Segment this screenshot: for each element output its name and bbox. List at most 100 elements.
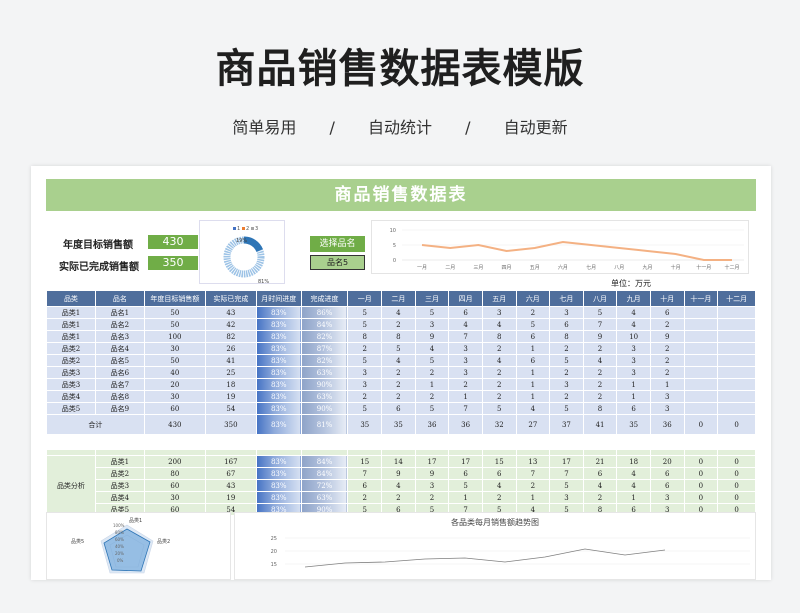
table-cell[interactable]: 2 bbox=[381, 318, 416, 331]
table-cell[interactable]: 13 bbox=[515, 455, 551, 468]
table-cell[interactable] bbox=[717, 342, 756, 355]
table-cell[interactable]: 6 bbox=[381, 402, 416, 415]
completion-progress-cell[interactable]: 87% bbox=[300, 342, 349, 355]
table-cell[interactable]: 4 bbox=[582, 354, 618, 367]
table-cell[interactable] bbox=[683, 342, 719, 355]
table-cell[interactable]: 3 bbox=[448, 354, 483, 367]
table-cell[interactable]: 1 bbox=[616, 390, 651, 403]
table-cell[interactable]: 0 bbox=[683, 455, 719, 468]
table-cell[interactable]: 67 bbox=[204, 467, 257, 480]
column-header[interactable]: 九月 bbox=[616, 290, 651, 307]
table-cell[interactable]: 3 bbox=[616, 342, 651, 355]
table-cell[interactable]: 品类1 bbox=[94, 455, 145, 468]
table-cell[interactable]: 18 bbox=[616, 455, 651, 468]
table-cell[interactable]: 2 bbox=[481, 491, 517, 504]
table-cell[interactable] bbox=[717, 318, 756, 331]
table-cell[interactable]: 4 bbox=[381, 306, 416, 319]
table-cell[interactable]: 20 bbox=[649, 455, 685, 468]
table-cell[interactable]: 2 bbox=[549, 342, 584, 355]
table-cell[interactable]: 8 bbox=[549, 330, 584, 343]
table-cell[interactable]: 10 bbox=[616, 330, 651, 343]
table-cell[interactable]: 7 bbox=[515, 467, 551, 480]
table-cell[interactable]: 9 bbox=[649, 330, 685, 343]
table-cell[interactable] bbox=[683, 378, 719, 391]
total-cell[interactable]: 35 bbox=[347, 414, 383, 435]
table-cell[interactable]: 1 bbox=[515, 378, 551, 391]
table-cell[interactable]: 2 bbox=[649, 318, 685, 331]
column-header[interactable]: 实际已完成 bbox=[204, 290, 257, 307]
table-cell[interactable]: 5 bbox=[414, 402, 450, 415]
table-cell[interactable]: 0 bbox=[717, 455, 756, 468]
table-cell[interactable]: 2 bbox=[649, 342, 685, 355]
completion-progress-cell[interactable]: 63% bbox=[300, 491, 349, 504]
table-cell[interactable]: 18 bbox=[204, 378, 257, 391]
column-header[interactable]: 二月 bbox=[381, 290, 416, 307]
table-cell[interactable]: 3 bbox=[448, 366, 483, 379]
table-cell[interactable]: 品名8 bbox=[94, 390, 145, 403]
completion-progress-cell[interactable]: 84% bbox=[300, 318, 349, 331]
table-cell[interactable]: 19 bbox=[204, 390, 257, 403]
table-cell[interactable]: 80 bbox=[143, 467, 206, 480]
table-cell[interactable]: 5 bbox=[549, 354, 584, 367]
table-cell[interactable]: 3 bbox=[549, 378, 584, 391]
table-cell[interactable]: 0 bbox=[717, 479, 756, 492]
table-cell[interactable]: 2 bbox=[381, 390, 416, 403]
table-cell[interactable]: 2 bbox=[414, 366, 450, 379]
table-cell[interactable]: 品类1 bbox=[46, 318, 96, 331]
table-cell[interactable]: 2 bbox=[582, 378, 618, 391]
table-cell[interactable]: 2 bbox=[549, 390, 584, 403]
table-cell[interactable]: 1 bbox=[515, 366, 551, 379]
table-cell[interactable]: 品名1 bbox=[94, 306, 145, 319]
total-cell[interactable]: 37 bbox=[549, 414, 584, 435]
table-cell[interactable]: 4 bbox=[381, 354, 416, 367]
table-cell[interactable]: 2 bbox=[582, 366, 618, 379]
table-cell[interactable]: 4 bbox=[481, 318, 517, 331]
completion-progress-cell[interactable]: 84% bbox=[300, 455, 349, 468]
table-cell[interactable]: 17 bbox=[549, 455, 584, 468]
column-header[interactable]: 十一月 bbox=[683, 290, 719, 307]
table-cell[interactable]: 82 bbox=[204, 330, 257, 343]
table-cell[interactable] bbox=[717, 402, 756, 415]
table-cell[interactable]: 5 bbox=[515, 318, 551, 331]
total-cell[interactable]: 83% bbox=[255, 414, 302, 435]
table-cell[interactable]: 7 bbox=[549, 467, 584, 480]
table-cell[interactable]: 43 bbox=[204, 479, 257, 492]
table-cell[interactable]: 2 bbox=[414, 491, 450, 504]
table-cell[interactable]: 41 bbox=[204, 354, 257, 367]
time-progress-cell[interactable]: 83% bbox=[255, 455, 302, 468]
table-cell[interactable]: 6 bbox=[649, 479, 685, 492]
table-cell[interactable]: 26 bbox=[204, 342, 257, 355]
table-cell[interactable]: 2 bbox=[582, 342, 618, 355]
table-cell[interactable]: 4 bbox=[481, 479, 517, 492]
table-cell[interactable]: 品类2 bbox=[46, 354, 96, 367]
table-cell[interactable]: 5 bbox=[448, 479, 483, 492]
time-progress-cell[interactable]: 83% bbox=[255, 491, 302, 504]
table-cell[interactable]: 5 bbox=[347, 306, 383, 319]
table-cell[interactable] bbox=[717, 378, 756, 391]
table-cell[interactable]: 50 bbox=[143, 318, 206, 331]
completion-progress-cell[interactable]: 82% bbox=[300, 354, 349, 367]
table-cell[interactable]: 6 bbox=[448, 306, 483, 319]
table-cell[interactable]: 3 bbox=[649, 390, 685, 403]
table-cell[interactable]: 3 bbox=[481, 306, 517, 319]
table-cell[interactable]: 6 bbox=[616, 402, 651, 415]
table-cell[interactable]: 4 bbox=[616, 306, 651, 319]
table-cell[interactable] bbox=[717, 354, 756, 367]
table-cell[interactable]: 1 bbox=[515, 491, 551, 504]
table-cell[interactable]: 6 bbox=[582, 467, 618, 480]
table-cell[interactable]: 2 bbox=[381, 378, 416, 391]
column-header[interactable]: 品名 bbox=[94, 290, 145, 307]
total-cell[interactable]: 35 bbox=[381, 414, 416, 435]
table-cell[interactable]: 5 bbox=[347, 402, 383, 415]
table-cell[interactable] bbox=[717, 390, 756, 403]
table-cell[interactable]: 2 bbox=[448, 378, 483, 391]
table-cell[interactable]: 3 bbox=[616, 354, 651, 367]
time-progress-cell[interactable]: 83% bbox=[255, 390, 302, 403]
table-cell[interactable]: 品类3 bbox=[46, 378, 96, 391]
total-cell[interactable]: 0 bbox=[683, 414, 719, 435]
table-cell[interactable]: 6 bbox=[481, 467, 517, 480]
table-cell[interactable]: 17 bbox=[448, 455, 483, 468]
table-cell[interactable] bbox=[717, 330, 756, 343]
column-header[interactable]: 十月 bbox=[649, 290, 685, 307]
table-cell[interactable] bbox=[683, 318, 719, 331]
